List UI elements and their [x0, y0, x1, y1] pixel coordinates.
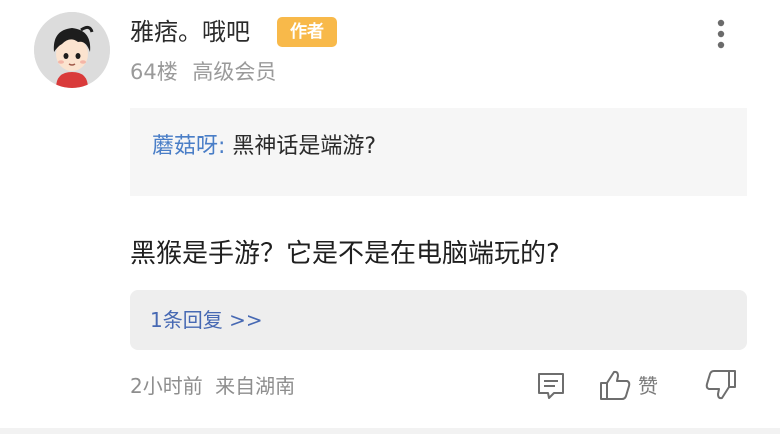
author-badge: 作者 [277, 17, 337, 47]
view-replies-link[interactable]: 1条回复 >> [150, 304, 263, 336]
quoted-comment[interactable]: 蘑菇呀: 黑神话是端游? [130, 108, 747, 196]
floor-number: 64楼 [130, 60, 178, 84]
username[interactable]: 雅痞。哦吧 [130, 14, 250, 50]
thumbs-down-icon [705, 370, 736, 400]
quote-text-line: 蘑菇呀: 黑神话是端游? [152, 130, 376, 164]
quote-author[interactable]: 蘑菇呀: [152, 134, 225, 159]
replies-box[interactable]: 1条回复 >> [130, 290, 747, 350]
reply-button[interactable] [535, 370, 567, 402]
more-vertical-icon [717, 19, 725, 49]
avatar[interactable] [34, 12, 110, 88]
dislike-button[interactable] [704, 368, 738, 402]
cartoon-avatar-icon [34, 12, 110, 88]
more-options-button[interactable] [706, 16, 736, 56]
post-time: 2小时前 [130, 374, 203, 398]
thumbs-up-icon [600, 370, 631, 400]
post-location: 来自湖南 [215, 374, 296, 398]
divider [0, 428, 780, 434]
comment-content: 黑猴是手游？它是不是在电脑端玩的? [130, 239, 560, 269]
post-info: 2小时前 来自湖南 [130, 370, 295, 402]
comment-icon [538, 373, 564, 399]
quote-content: 黑神话是端游? [232, 134, 377, 159]
member-level: 高级会员 [192, 60, 277, 84]
like-label: 赞 [638, 374, 658, 398]
user-meta: 64楼 高级会员 [130, 56, 276, 88]
